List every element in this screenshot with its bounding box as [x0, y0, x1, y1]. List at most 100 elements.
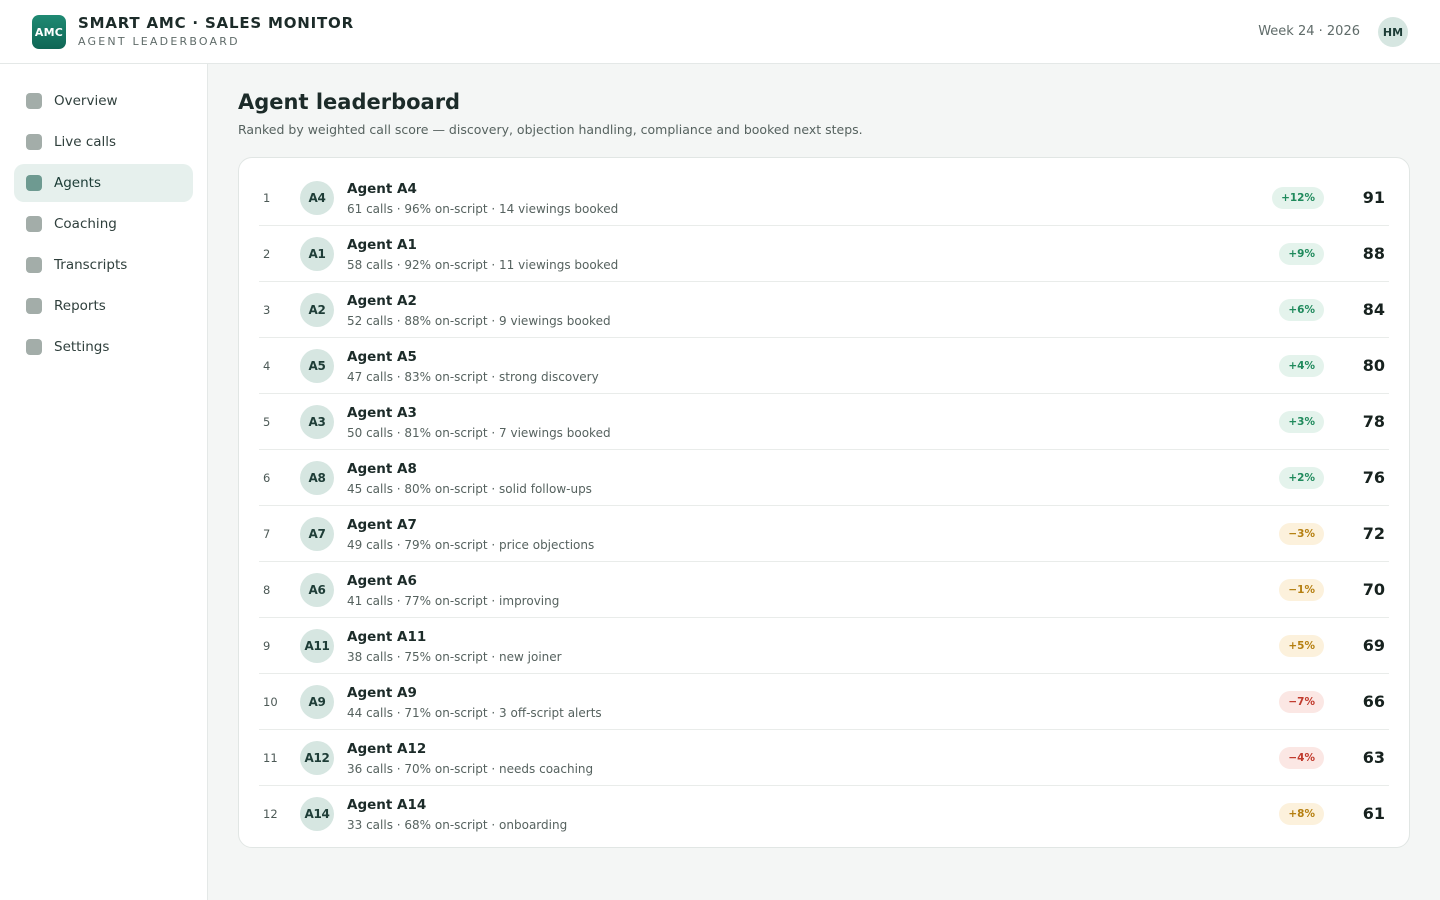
settings-icon — [26, 339, 42, 355]
score-change-badge: +4% — [1279, 355, 1324, 377]
sidebar-item-agents[interactable]: Agents — [14, 164, 193, 202]
agent-stats: 44 calls · 71% on-script · 3 off-script … — [347, 706, 602, 720]
rank-number: 7 — [263, 527, 271, 541]
rank-number: 9 — [263, 639, 271, 653]
agent-name[interactable]: Agent A12 — [347, 741, 426, 757]
score-change-badge: +2% — [1279, 467, 1324, 489]
app-subtitle: AGENT LEADERBOARD — [78, 35, 240, 48]
live-calls-icon — [26, 134, 42, 150]
page-description: Ranked by weighted call score — discover… — [238, 122, 863, 137]
sidebar-item-settings[interactable]: Settings — [14, 328, 193, 366]
agent-avatar: A9 — [300, 685, 334, 719]
agent-avatar: A4 — [300, 181, 334, 215]
sidebar-item-transcripts[interactable]: Transcripts — [14, 246, 193, 284]
agent-stats: 45 calls · 80% on-script · solid follow-… — [347, 482, 592, 496]
rank-number: 8 — [263, 583, 271, 597]
agent-score: 69 — [1362, 636, 1385, 655]
leaderboard-card: 1 A4 Agent A4 61 calls · 96% on-script ·… — [238, 157, 1410, 848]
sidebar: Overview Live calls Agents Coaching Tran… — [0, 64, 208, 900]
rank-number: 11 — [263, 751, 278, 765]
agent-stats: 61 calls · 96% on-script · 14 viewings b… — [347, 202, 619, 216]
rank-number: 5 — [263, 415, 271, 429]
page-title: Agent leaderboard — [238, 90, 461, 114]
agent-name[interactable]: Agent A4 — [347, 181, 417, 197]
agent-stats: 49 calls · 79% on-script · price objecti… — [347, 538, 595, 552]
agent-stats: 36 calls · 70% on-script · needs coachin… — [347, 762, 594, 776]
leaderboard-row[interactable]: 7 A7 Agent A7 49 calls · 79% on-script ·… — [259, 506, 1389, 562]
sidebar-item-coaching[interactable]: Coaching — [14, 205, 193, 243]
agent-score: 78 — [1362, 412, 1385, 431]
score-change-badge: +12% — [1272, 187, 1324, 209]
coaching-icon — [26, 216, 42, 232]
agent-avatar: A6 — [300, 573, 334, 607]
agent-score: 70 — [1362, 580, 1385, 599]
app-logo[interactable]: AMC — [32, 15, 66, 49]
agent-score: 66 — [1362, 692, 1385, 711]
score-change-badge: −4% — [1279, 747, 1324, 769]
agent-name[interactable]: Agent A5 — [347, 349, 417, 365]
score-change-badge: −3% — [1279, 523, 1324, 545]
leaderboard-row[interactable]: 4 A5 Agent A5 47 calls · 83% on-script ·… — [259, 338, 1389, 394]
agent-avatar: A7 — [300, 517, 334, 551]
leaderboard-row[interactable]: 2 A1 Agent A1 58 calls · 92% on-script ·… — [259, 226, 1389, 282]
leaderboard-row[interactable]: 8 A6 Agent A6 41 calls · 77% on-script ·… — [259, 562, 1389, 618]
leaderboard-row[interactable]: 10 A9 Agent A9 44 calls · 71% on-script … — [259, 674, 1389, 730]
agent-stats: 47 calls · 83% on-script · strong discov… — [347, 370, 599, 384]
score-change-badge: +6% — [1279, 299, 1324, 321]
score-change-badge: −1% — [1279, 579, 1324, 601]
agent-name[interactable]: Agent A14 — [347, 797, 426, 813]
agent-score: 84 — [1362, 300, 1385, 319]
sidebar-item-live-calls[interactable]: Live calls — [14, 123, 193, 161]
rank-number: 10 — [263, 695, 278, 709]
agent-stats: 52 calls · 88% on-script · 9 viewings bo… — [347, 314, 611, 328]
score-change-badge: +3% — [1279, 411, 1324, 433]
overview-icon — [26, 93, 42, 109]
sidebar-item-label: Coaching — [54, 216, 117, 232]
agent-stats: 33 calls · 68% on-script · onboarding — [347, 818, 568, 832]
agent-score: 63 — [1362, 748, 1385, 767]
rank-number: 1 — [263, 191, 271, 205]
sidebar-item-label: Transcripts — [54, 257, 128, 273]
leaderboard-row[interactable]: 11 A12 Agent A12 36 calls · 70% on-scrip… — [259, 730, 1389, 786]
agent-name[interactable]: Agent A2 — [347, 293, 417, 309]
agent-name[interactable]: Agent A6 — [347, 573, 417, 589]
score-change-badge: +9% — [1279, 243, 1324, 265]
agent-name[interactable]: Agent A3 — [347, 405, 417, 421]
agent-avatar: A1 — [300, 237, 334, 271]
rank-number: 12 — [263, 807, 278, 821]
sidebar-item-reports[interactable]: Reports — [14, 287, 193, 325]
agent-name[interactable]: Agent A8 — [347, 461, 417, 477]
agent-avatar: A12 — [300, 741, 334, 775]
sidebar-item-overview[interactable]: Overview — [14, 82, 193, 120]
agent-score: 91 — [1362, 188, 1385, 207]
user-avatar[interactable]: HM — [1378, 17, 1408, 47]
agent-score: 76 — [1362, 468, 1385, 487]
transcripts-icon — [26, 257, 42, 273]
agent-name[interactable]: Agent A1 — [347, 237, 417, 253]
agent-name[interactable]: Agent A7 — [347, 517, 417, 533]
leaderboard-row[interactable]: 6 A8 Agent A8 45 calls · 80% on-script ·… — [259, 450, 1389, 506]
agent-avatar: A8 — [300, 461, 334, 495]
agent-score: 61 — [1362, 804, 1385, 823]
agents-icon — [26, 175, 42, 191]
leaderboard-row[interactable]: 12 A14 Agent A14 33 calls · 68% on-scrip… — [259, 786, 1389, 842]
leaderboard-row[interactable]: 5 A3 Agent A3 50 calls · 81% on-script ·… — [259, 394, 1389, 450]
agent-stats: 50 calls · 81% on-script · 7 viewings bo… — [347, 426, 611, 440]
top-bar: AMC SMART AMC · SALES MONITOR AGENT LEAD… — [0, 0, 1440, 64]
leaderboard-row[interactable]: 3 A2 Agent A2 52 calls · 88% on-script ·… — [259, 282, 1389, 338]
agent-name[interactable]: Agent A11 — [347, 629, 426, 645]
agent-avatar: A5 — [300, 349, 334, 383]
rank-number: 2 — [263, 247, 271, 261]
leaderboard-row[interactable]: 1 A4 Agent A4 61 calls · 96% on-script ·… — [259, 170, 1389, 226]
week-indicator: Week 24 · 2026 — [1258, 24, 1360, 39]
agent-avatar: A3 — [300, 405, 334, 439]
reports-icon — [26, 298, 42, 314]
leaderboard-row[interactable]: 9 A11 Agent A11 38 calls · 75% on-script… — [259, 618, 1389, 674]
sidebar-item-label: Overview — [54, 93, 118, 109]
sidebar-item-label: Reports — [54, 298, 106, 314]
rank-number: 4 — [263, 359, 271, 373]
agent-score: 80 — [1362, 356, 1385, 375]
sidebar-item-label: Live calls — [54, 134, 117, 150]
agent-stats: 38 calls · 75% on-script · new joiner — [347, 650, 562, 664]
agent-name[interactable]: Agent A9 — [347, 685, 417, 701]
